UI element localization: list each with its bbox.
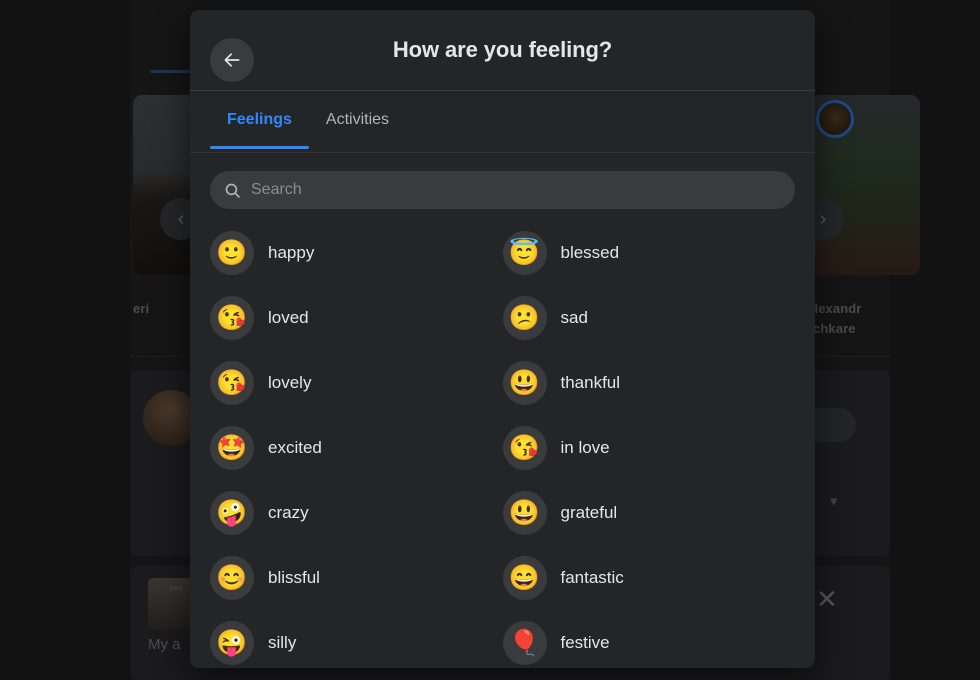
feeling-label: lovely xyxy=(268,373,312,392)
feeling-emoji-badge: 🤪 xyxy=(210,491,254,535)
feeling-emoji-badge: 😃 xyxy=(502,361,547,405)
feeling-item[interactable]: 😘 lovely xyxy=(210,361,503,405)
screen: eri Alexandr ochkare ‹ › ▾ UNI My a ✕ Ho xyxy=(0,0,980,680)
feeling-item[interactable]: 😄 fantastic xyxy=(502,556,796,600)
feeling-item[interactable]: 🎈 festive xyxy=(502,621,796,665)
dialog-body: 🙂 happy 😇 blessed 😘 loved 😕 sad 😘 lovely 😃 thankful… xyxy=(190,153,815,668)
emoji-grinning-face-big-eyes: 😃 xyxy=(508,368,541,397)
search-bar[interactable] xyxy=(210,171,795,209)
feeling-item[interactable]: 🤩 excited xyxy=(210,426,503,470)
feeling-label: blissful xyxy=(268,568,320,587)
tab-activities[interactable]: Activities xyxy=(309,91,406,149)
feeling-item[interactable]: 😘 loved xyxy=(210,296,503,340)
tab-feelings[interactable]: Feelings xyxy=(210,91,309,149)
emoji-slightly-smiling-face: 🙂 xyxy=(216,238,248,267)
feeling-emoji-badge: 😘 xyxy=(502,426,547,470)
story-label: eri xyxy=(133,301,150,316)
feeling-label: crazy xyxy=(268,503,309,522)
feeling-emoji-badge: 😜 xyxy=(210,621,254,665)
feeling-label: blessed xyxy=(560,243,620,262)
feeling-label: silly xyxy=(268,633,297,652)
emoji-grinning-face-raised-brows: 😃 xyxy=(508,498,541,527)
emoji-smiling-face-smiling-eyes: 😊 xyxy=(216,563,248,592)
feeling-label: loved xyxy=(268,308,309,327)
feeling-item[interactable]: 😇 blessed xyxy=(502,231,796,275)
search-input[interactable] xyxy=(251,181,781,199)
feeling-emoji-badge: 😄 xyxy=(502,556,547,600)
back-button[interactable] xyxy=(210,38,254,82)
emoji-zany-face: 🤪 xyxy=(216,498,248,527)
emoji-smiling-face-with-halo: 😇 xyxy=(508,238,541,267)
feeling-emoji-badge: 😘 xyxy=(210,361,254,405)
emoji-star-struck: 🤩 xyxy=(216,433,248,462)
feeling-label: festive xyxy=(560,633,610,652)
feeling-label: fantastic xyxy=(560,568,624,587)
story-avatar-ring xyxy=(816,100,854,138)
feeling-emoji-badge: 😘 xyxy=(210,296,254,340)
feeling-emoji-badge: 😕 xyxy=(502,296,547,340)
emoji-grinning-face-smiling-eyes: 😄 xyxy=(508,563,541,592)
feeling-label: excited xyxy=(268,438,322,457)
feeling-item[interactable]: 😃 grateful xyxy=(502,491,796,535)
feeling-label: grateful xyxy=(560,503,618,522)
feeling-item[interactable]: 😃 thankful xyxy=(502,361,796,405)
page-title: How are you feeling? xyxy=(392,37,613,62)
arrow-left-icon xyxy=(224,53,240,67)
feeling-picker-dialog: How are you feeling? Feelings Activities… xyxy=(190,10,815,668)
feeling-item[interactable]: 😊 blissful xyxy=(210,556,503,600)
emoji-balloon: 🎈 xyxy=(508,628,541,657)
dialog-tabs: Feelings Activities xyxy=(190,91,815,153)
feeling-item[interactable]: 😕 sad xyxy=(502,296,796,340)
feeling-label: in love xyxy=(560,438,610,457)
feeling-label: happy xyxy=(268,243,315,262)
emoji-face-blowing-a-kiss: 😘 xyxy=(216,303,248,332)
feeling-item[interactable]: 😜 silly xyxy=(210,621,503,665)
close-x-icon[interactable]: ✕ xyxy=(816,586,842,612)
feeling-item[interactable]: 🤪 crazy xyxy=(210,491,503,535)
emoji-face-blowing-a-kiss: 😘 xyxy=(508,433,541,462)
feeling-emoji-badge: 😇 xyxy=(502,231,547,275)
feeling-emoji-badge: 😃 xyxy=(502,491,547,535)
emoji-face-blowing-a-kiss: 😘 xyxy=(216,368,248,397)
chevron-left-icon: ‹ xyxy=(177,207,185,230)
feeling-item[interactable]: 😘 in love xyxy=(502,426,796,470)
emoji-confused-face: 😕 xyxy=(508,303,541,332)
post-caption: My a xyxy=(148,636,181,653)
feeling-item[interactable]: 🙂 happy xyxy=(210,231,503,275)
feeling-emoji-badge: 🤩 xyxy=(210,426,254,470)
chevron-down-icon[interactable]: ▾ xyxy=(830,492,838,510)
feeling-emoji-badge: 🎈 xyxy=(502,621,547,665)
feeling-label: thankful xyxy=(560,373,621,392)
emoji-face-with-tongue: 😜 xyxy=(216,628,248,657)
feeling-label: sad xyxy=(560,308,588,327)
search-icon xyxy=(225,183,240,198)
dialog-header: How are you feeling? xyxy=(190,10,815,91)
feeling-emoji-badge: 🙂 xyxy=(210,231,254,275)
feelings-grid: 🙂 happy 😇 blessed 😘 loved 😕 sad 😘 lovely 😃 thankful… xyxy=(210,231,795,665)
chevron-right-icon: › xyxy=(819,207,827,230)
feeling-emoji-badge: 😊 xyxy=(210,556,254,600)
